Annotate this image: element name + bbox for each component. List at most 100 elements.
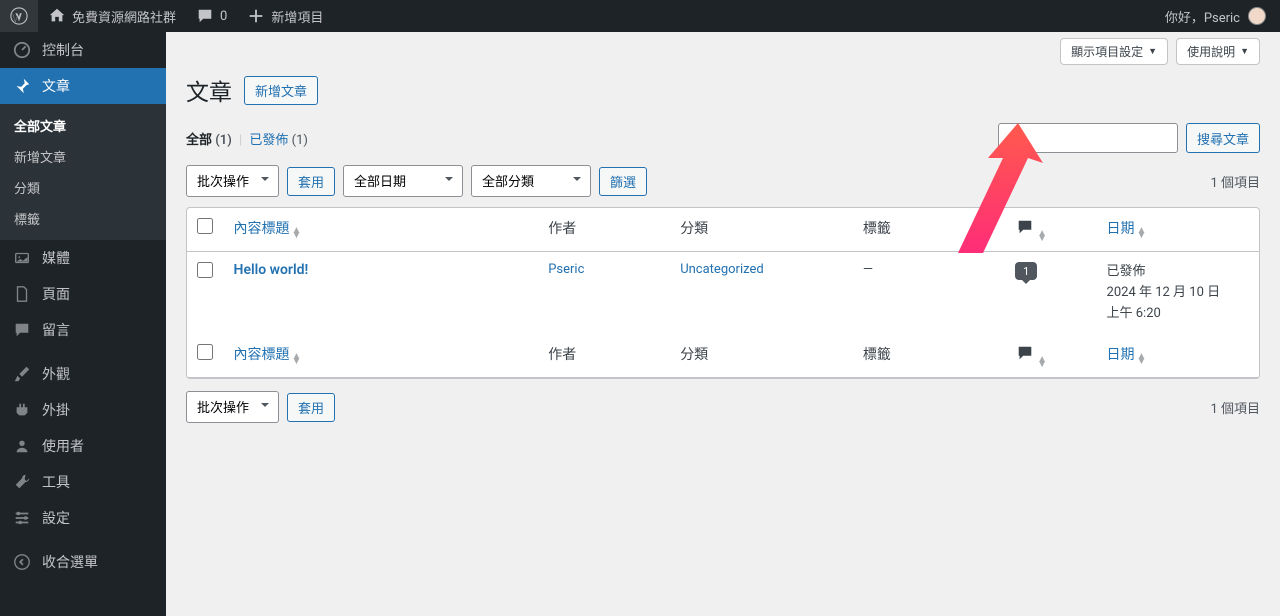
plugin-icon [12,400,32,420]
plus-icon [247,7,265,25]
dashboard-icon [12,40,32,60]
sort-icon: ▲▼ [1037,357,1047,367]
sidebar-pages[interactable]: 頁面 [0,276,166,312]
caret-down-icon: ▼ [1148,46,1157,57]
sidebar-settings-label: 設定 [42,508,70,528]
new-item-link[interactable]: 新增項目 [237,0,333,32]
posts-table: 內容標題▲▼ 作者 分類 標籤 ▲▼ 日期▲▼ Hello world! Pse… [186,207,1260,379]
select-all-bottom[interactable] [197,344,213,360]
brush-icon [12,364,32,384]
search-input[interactable] [998,123,1178,153]
row-checkbox[interactable] [197,262,213,278]
filter-all[interactable]: 全部 (1) [186,133,232,148]
sidebar-sub-new-post[interactable]: 新增文章 [0,141,166,172]
user-icon [12,436,32,456]
sidebar-posts-label: 文章 [42,76,70,96]
sidebar-sub-all-posts[interactable]: 全部文章 [0,110,166,141]
new-item-label: 新增項目 [271,7,323,26]
sidebar-users[interactable]: 使用者 [0,428,166,464]
column-tags: 標籤 [853,208,1005,252]
post-author-link[interactable]: Pseric [548,262,584,277]
post-title-link[interactable]: Hello world! [234,262,309,278]
table-row: Hello world! Pseric Uncategorized — 1 已發… [187,252,1259,334]
column-comments[interactable]: ▲▼ [1005,208,1096,252]
help-tab[interactable]: 使用說明▼ [1176,38,1260,65]
column-tags-foot: 標籤 [853,334,1005,378]
column-title[interactable]: 內容標題▲▼ [224,208,539,252]
column-date-foot[interactable]: 日期▲▼ [1097,334,1259,378]
main-content: 顯示項目設定▼ 使用說明▼ 文章 新增文章 全部 (1) | 已發佈 (1) 搜… [166,32,1280,616]
sliders-icon [12,508,32,528]
sort-icon: ▲▼ [1137,228,1147,238]
post-date: 已發佈 2024 年 12 月 10 日 上午 6:20 [1097,252,1259,334]
comment-icon [12,320,32,340]
sidebar-settings[interactable]: 設定 [0,500,166,536]
sidebar-appearance[interactable]: 外觀 [0,356,166,392]
admin-sidebar: 控制台 文章 全部文章 新增文章 分類 標籤 媒體 頁面 留言 外觀 外掛 使用… [0,32,166,616]
apply-button-bottom[interactable]: 套用 [287,393,335,422]
wp-logo[interactable] [0,0,38,32]
admin-bar: 免費資源網路社群 0 新增項目 你好，Pseric [0,0,1280,32]
admin-bar-left: 免費資源網路社群 0 新增項目 [0,0,333,32]
comment-count-bubble[interactable]: 1 [1015,262,1037,280]
sort-icon: ▲▼ [1037,231,1047,241]
column-categories: 分類 [670,208,853,252]
sidebar-sub-categories[interactable]: 分類 [0,172,166,203]
sort-icon: ▲▼ [292,354,302,364]
sidebar-collapse-label: 收合選單 [42,552,98,572]
search-button[interactable]: 搜尋文章 [1186,123,1260,153]
sidebar-comments[interactable]: 留言 [0,312,166,348]
sidebar-plugins[interactable]: 外掛 [0,392,166,428]
bulk-action-select-bottom[interactable]: 批次操作 [186,391,279,423]
sidebar-dashboard-label: 控制台 [42,40,84,60]
sidebar-media[interactable]: 媒體 [0,240,166,276]
sidebar-posts[interactable]: 文章 [0,68,166,104]
avatar [1248,7,1266,25]
date-filter-select[interactable]: 全部日期 [343,165,463,197]
bulk-action-select[interactable]: 批次操作 [186,165,279,197]
column-author: 作者 [538,208,670,252]
sidebar-tools-label: 工具 [42,472,70,492]
comment-icon [1015,218,1035,236]
sidebar-pages-label: 頁面 [42,284,70,304]
wrench-icon [12,472,32,492]
sidebar-media-label: 媒體 [42,248,70,268]
filter-button[interactable]: 篩選 [599,167,647,196]
column-title-foot[interactable]: 內容標題▲▼ [224,334,539,378]
home-icon [48,7,66,25]
caret-down-icon: ▼ [1240,46,1249,57]
pin-icon [12,76,32,96]
column-date[interactable]: 日期▲▼ [1097,208,1259,252]
sidebar-sub-tags[interactable]: 標籤 [0,203,166,234]
media-icon [12,248,32,268]
item-count-top: 1 個項目 [1210,172,1260,191]
add-new-button[interactable]: 新增文章 [244,76,318,105]
category-filter-select[interactable]: 全部分類 [471,165,591,197]
apply-button-top[interactable]: 套用 [287,167,335,196]
page-icon [12,284,32,304]
sidebar-dashboard[interactable]: 控制台 [0,32,166,68]
column-categories-foot: 分類 [670,334,853,378]
post-category-link[interactable]: Uncategorized [680,262,763,277]
sidebar-plugins-label: 外掛 [42,400,70,420]
post-tags: — [853,252,1005,334]
sidebar-posts-submenu: 全部文章 新增文章 分類 標籤 [0,104,166,240]
collapse-icon [12,552,32,572]
sidebar-tools[interactable]: 工具 [0,464,166,500]
column-comments-foot[interactable]: ▲▼ [1005,334,1096,378]
greeting: 你好，Pseric [1165,7,1240,26]
admin-bar-right[interactable]: 你好，Pseric [1165,7,1272,26]
sidebar-collapse[interactable]: 收合選單 [0,544,166,580]
screen-options-tab[interactable]: 顯示項目設定▼ [1060,38,1168,65]
page-title: 文章 [186,73,232,107]
comments-link[interactable]: 0 [186,0,237,32]
sort-icon: ▲▼ [1137,354,1147,364]
screen-meta: 顯示項目設定▼ 使用說明▼ [186,32,1260,65]
sidebar-comments-label: 留言 [42,320,70,340]
select-all-top[interactable] [197,218,213,234]
site-name: 免費資源網路社群 [72,7,176,26]
filter-published[interactable]: 已發佈 (1) [249,133,308,148]
item-count-bottom: 1 個項目 [1210,398,1260,417]
sidebar-users-label: 使用者 [42,436,84,456]
site-name-link[interactable]: 免費資源網路社群 [38,0,186,32]
